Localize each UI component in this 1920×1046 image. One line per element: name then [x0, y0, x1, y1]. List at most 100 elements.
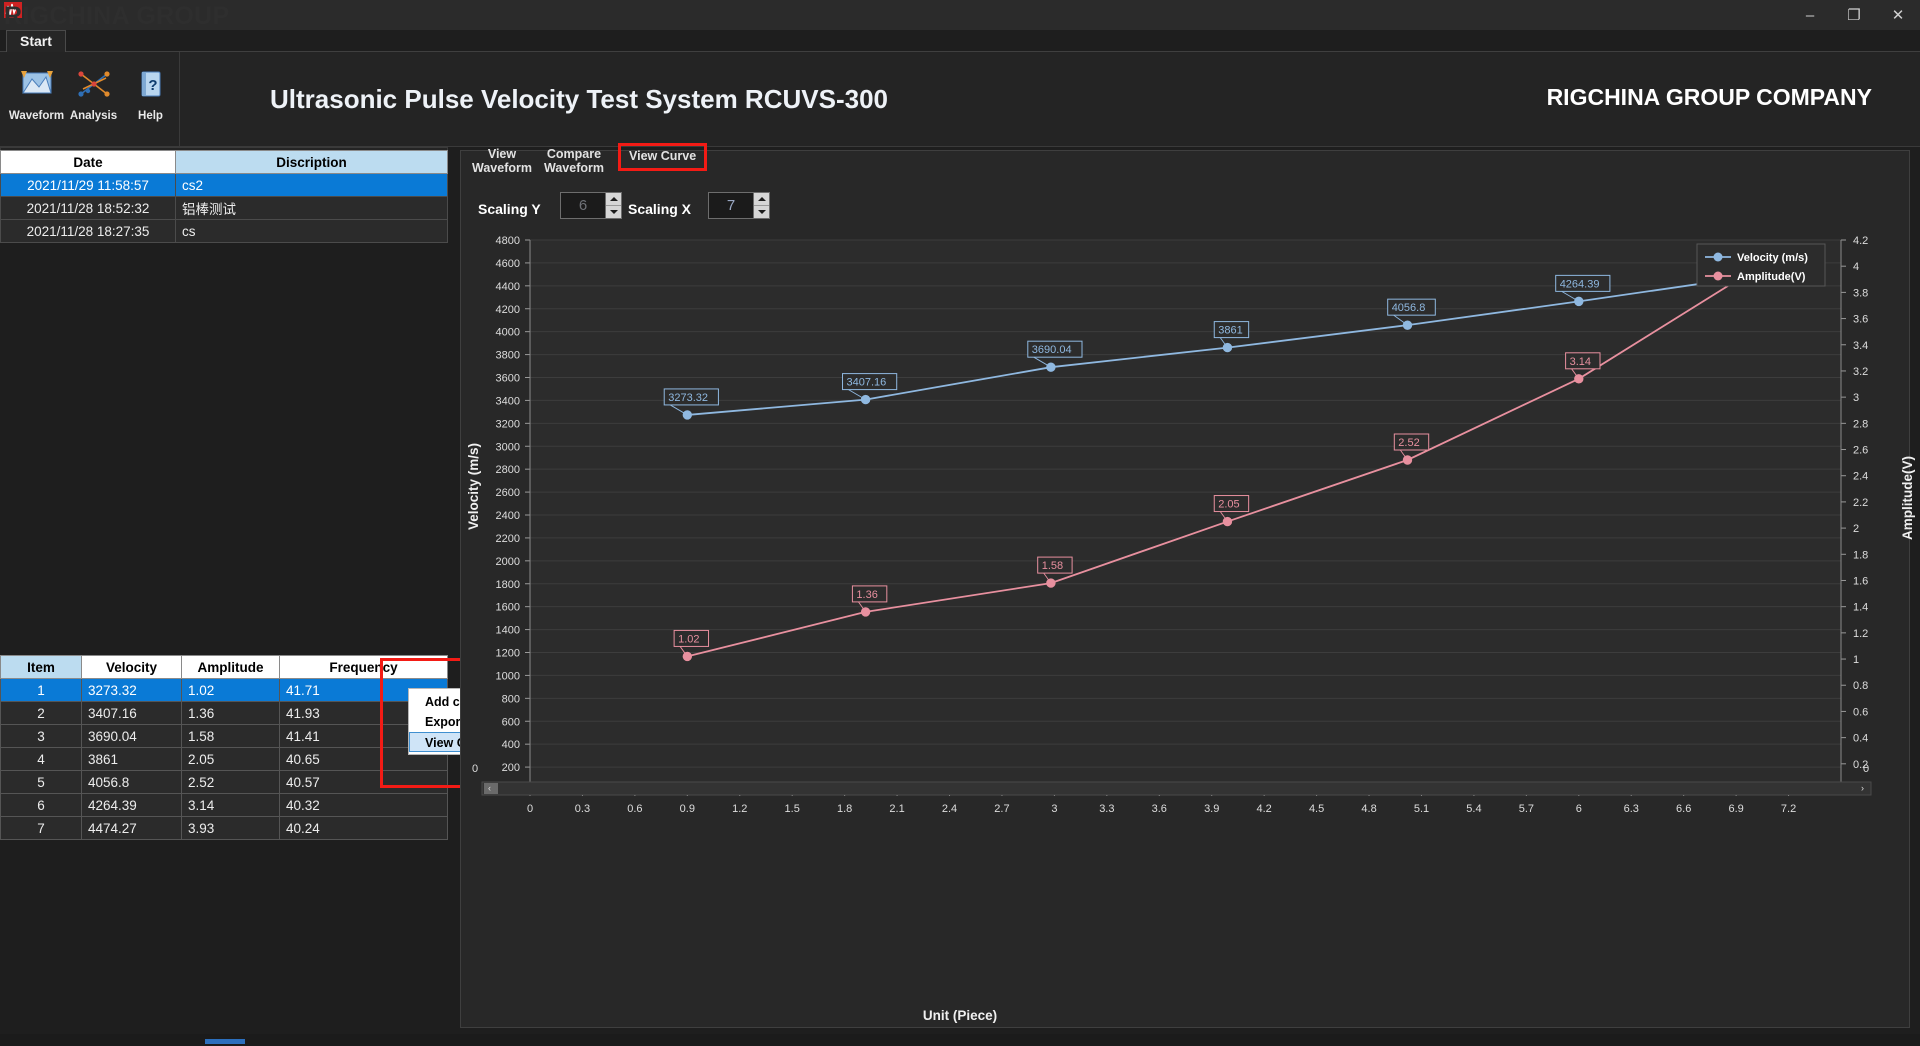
y2-axis-tick-label: 3.8 — [1853, 287, 1868, 299]
date-cell: 2021/11/29 11:58:57 — [0, 173, 176, 197]
ribbon-button-analysis[interactable]: Analysis — [65, 64, 122, 122]
scaling-x-input[interactable] — [709, 193, 753, 218]
scaling-x-decrement-icon[interactable] — [754, 205, 769, 218]
scroll-left-arrow-icon[interactable]: ‹ — [488, 783, 491, 793]
date-grid-row[interactable]: 2021/11/28 18:52:32 铝棒测试 — [0, 196, 448, 220]
x-axis-tick-label: 0.3 — [575, 803, 590, 815]
table-row[interactable]: 6 4264.39 3.14 40.32 — [0, 793, 448, 817]
company-name: RIGCHINA GROUP COMPANY — [1546, 84, 1872, 110]
y2-axis-tick-label: 1.8 — [1853, 549, 1868, 561]
y-axis-title: Velocity (m/s) — [466, 442, 481, 530]
chart-scrollbar-thumb[interactable] — [484, 783, 498, 794]
tab-view-waveform-line1: View — [487, 147, 517, 161]
x-axis-tick-label: 6.6 — [1676, 803, 1691, 815]
scaling-y-stepper[interactable] — [560, 192, 622, 219]
tab-view-curve[interactable]: View Curve — [618, 143, 708, 171]
x-axis-tick-label: 4.8 — [1361, 803, 1376, 815]
data-label-text: 3861 — [1218, 325, 1242, 337]
x-axis-tick-label: 5.7 — [1519, 803, 1534, 815]
legend-swatch-dot — [1713, 252, 1723, 262]
minimize-icon[interactable]: – — [1788, 0, 1832, 30]
col-header-item[interactable]: Item — [0, 655, 82, 679]
velocity-cell: 3273.32 — [81, 678, 182, 702]
window-controls: – ❐ ✕ — [1788, 0, 1920, 30]
y2-axis-title: Amplitude(V) — [1900, 456, 1915, 540]
y-axis-tick-label: 4200 — [496, 304, 520, 316]
item-cell: 6 — [0, 793, 82, 817]
tab-compare-waveform-line2: Waveform — [544, 161, 604, 175]
x-axis-tick-label: 5.1 — [1414, 803, 1429, 815]
page-title: Ultrasonic Pulse Velocity Test System RC… — [270, 84, 888, 114]
data-point[interactable] — [1046, 362, 1056, 372]
scaling-x-increment-icon[interactable] — [754, 193, 769, 205]
col-header-velocity[interactable]: Velocity — [81, 655, 182, 679]
ribbon-label-help: Help — [138, 110, 163, 122]
y-axis-tick-label: 4600 — [496, 258, 520, 270]
data-label-text: 3.14 — [1570, 356, 1591, 368]
tab-compare-waveform[interactable]: Compare Waveform — [544, 147, 604, 175]
y-axis-tick-label: 4800 — [496, 235, 520, 247]
scaling-y-decrement-icon[interactable] — [606, 205, 621, 218]
y2-axis-tick-label: 1 — [1853, 654, 1859, 666]
scaling-x-stepper[interactable] — [708, 192, 770, 219]
status-progress — [205, 1039, 245, 1044]
y2-axis-tick-label: 0.4 — [1853, 733, 1868, 745]
y-axis-tick-label: 1600 — [496, 602, 520, 614]
col-header-amplitude[interactable]: Amplitude — [181, 655, 280, 679]
item-cell: 1 — [0, 678, 82, 702]
data-label-text: 3407.16 — [847, 377, 887, 389]
date-cell: 2021/11/28 18:27:35 — [0, 219, 176, 243]
data-label-text: 4056.8 — [1392, 302, 1426, 314]
x-axis-tick-label: 3.3 — [1099, 803, 1114, 815]
scaling-y-spin-buttons[interactable] — [605, 193, 621, 218]
date-grid-row[interactable]: 2021/11/29 11:58:57 cs2 — [0, 173, 448, 197]
scaling-y-input[interactable] — [561, 193, 605, 218]
y2-axis-tick-label: 2 — [1853, 523, 1859, 535]
curve-chart: 0200400600800100012001400160018002000220… — [462, 232, 1908, 1022]
restore-icon[interactable]: ❐ — [1832, 0, 1876, 30]
y2-axis-tick-label: 3.4 — [1853, 340, 1868, 352]
date-grid[interactable]: Date Discription 2021/11/29 11:58:57 cs2 2… — [0, 150, 448, 243]
x-axis-title: Unit (Piece) — [922, 1008, 998, 1023]
app-title: RIGCHINA GROUP — [4, 2, 230, 30]
description-cell: cs — [175, 219, 448, 243]
data-point[interactable] — [1046, 578, 1056, 588]
tab-compare-waveform-line1: Compare — [546, 147, 602, 161]
date-col-header-description[interactable]: Discription — [175, 150, 448, 174]
amplitude-cell: 1.36 — [181, 701, 280, 725]
x-axis-tick-label: 4.5 — [1309, 803, 1324, 815]
ribbon-button-help[interactable]: ? Help — [122, 64, 179, 122]
close-icon[interactable]: ✕ — [1876, 0, 1920, 30]
y-axis-tick-label: 400 — [502, 739, 520, 751]
y-axis-tick-label: 2000 — [496, 556, 520, 568]
scroll-right-arrow-icon[interactable]: › — [1861, 783, 1864, 793]
scaling-toolbar: Scaling Y Scaling X — [460, 192, 1910, 230]
y2-axis-tick-label: 0.6 — [1853, 706, 1868, 718]
tab-view-waveform[interactable]: View Waveform — [472, 147, 532, 175]
y2-axis-tick-label: 4 — [1853, 261, 1859, 273]
y-axis-tick-label: 1000 — [496, 670, 520, 682]
velocity-cell: 4056.8 — [81, 770, 182, 794]
date-col-header-date[interactable]: Date — [0, 150, 176, 174]
scaling-y-increment-icon[interactable] — [606, 193, 621, 205]
y2-axis-tick-label: 0.8 — [1853, 680, 1868, 692]
amplitude-cell: 3.14 — [181, 793, 280, 817]
scroll-zero-label-right: 0 — [1863, 763, 1869, 775]
scaling-x-spin-buttons[interactable] — [753, 193, 769, 218]
date-grid-row[interactable]: 2021/11/28 18:27:35 cs — [0, 219, 448, 243]
x-axis-tick-label: 6.9 — [1728, 803, 1743, 815]
x-axis-tick-label: 2.1 — [889, 803, 904, 815]
table-row[interactable]: 7 4474.27 3.93 40.24 — [0, 816, 448, 840]
legend-swatch-dot — [1713, 271, 1723, 281]
chart-scrollbar-track[interactable] — [481, 781, 1872, 796]
y2-axis-tick-label: 2.4 — [1853, 471, 1868, 483]
x-axis-tick-label: 0.9 — [680, 803, 695, 815]
x-axis-tick-label: 2.4 — [942, 803, 957, 815]
data-point[interactable] — [1574, 296, 1584, 307]
y-axis-tick-label: 3000 — [496, 441, 520, 453]
ribbon-tab-start[interactable]: Start — [6, 30, 66, 52]
data-label-text: 1.58 — [1042, 560, 1063, 572]
x-axis-tick-label: 3.6 — [1152, 803, 1167, 815]
x-axis-tick-label: 0 — [527, 803, 533, 815]
ribbon-button-waveform[interactable]: Waveform — [8, 64, 65, 122]
